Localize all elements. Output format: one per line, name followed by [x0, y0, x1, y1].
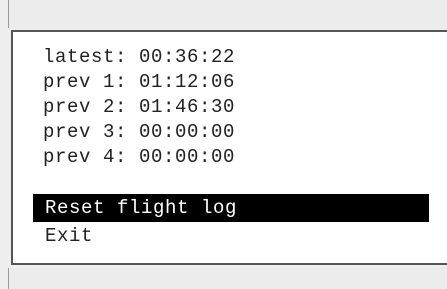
exit-menu-item[interactable]: Exit [33, 222, 429, 250]
log-row-prev-3: prev 3: 00:00:00 [43, 120, 235, 145]
reset-flight-log-menu-item[interactable]: Reset flight log [33, 194, 429, 222]
log-time: 00:00:00 [139, 146, 236, 168]
log-label: prev 2: [43, 96, 128, 118]
log-label: prev 4: [43, 146, 128, 168]
log-time: 01:46:30 [139, 96, 236, 118]
log-label: latest: [43, 46, 128, 68]
log-row-prev-1: prev 1: 01:12:06 [43, 70, 235, 95]
log-label: prev 1: [43, 71, 128, 93]
log-row-latest: latest: 00:36:22 [43, 45, 235, 70]
flight-log-list: latest: 00:36:22 prev 1: 01:12:06 prev 2… [43, 45, 235, 170]
bottom-bar [8, 268, 447, 289]
action-menu: Reset flight log Exit [33, 194, 429, 250]
log-time: 01:12:06 [139, 71, 236, 93]
log-time: 00:00:00 [139, 121, 236, 143]
flight-log-panel: latest: 00:36:22 prev 1: 01:12:06 prev 2… [11, 30, 447, 265]
device-screen: latest: 00:36:22 prev 1: 01:12:06 prev 2… [0, 0, 447, 289]
log-time: 00:36:22 [139, 46, 236, 68]
log-row-prev-4: prev 4: 00:00:00 [43, 145, 235, 170]
log-row-prev-2: prev 2: 01:46:30 [43, 95, 235, 120]
top-bar [8, 0, 447, 28]
log-label: prev 3: [43, 121, 128, 143]
